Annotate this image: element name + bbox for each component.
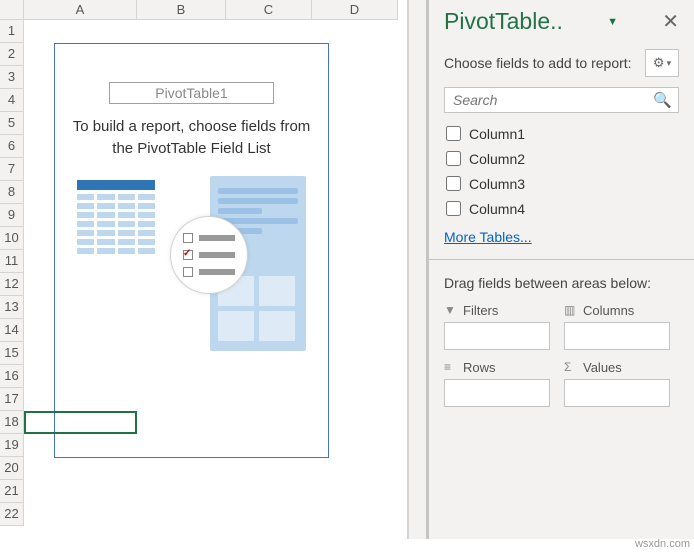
- row-header[interactable]: 10: [0, 227, 24, 250]
- row-header[interactable]: 13: [0, 296, 24, 319]
- row-header[interactable]: 8: [0, 181, 24, 204]
- col-header-d[interactable]: D: [312, 0, 398, 20]
- values-icon: Σ: [564, 360, 578, 374]
- field-item[interactable]: Column2: [444, 146, 679, 171]
- separator: [429, 259, 694, 260]
- row-header[interactable]: 6: [0, 135, 24, 158]
- columns-dropzone[interactable]: [564, 322, 670, 350]
- pivottable-name: PivotTable1: [109, 82, 274, 104]
- row-header[interactable]: 20: [0, 457, 24, 480]
- row-header[interactable]: 9: [0, 204, 24, 227]
- tools-button[interactable]: ⚙▾: [645, 49, 679, 77]
- field-item[interactable]: Column1: [444, 121, 679, 146]
- values-dropzone[interactable]: [564, 379, 670, 407]
- row-header[interactable]: 4: [0, 89, 24, 112]
- col-header-a[interactable]: A: [24, 0, 137, 20]
- row-header[interactable]: 1: [0, 20, 24, 43]
- search-input[interactable]: 🔍: [444, 87, 679, 113]
- row-header[interactable]: 16: [0, 365, 24, 388]
- column-headers[interactable]: A B C D: [24, 0, 407, 20]
- field-checkbox[interactable]: [446, 151, 461, 166]
- drop-areas: ▼Filters ▥Columns ≡Rows ΣValues: [444, 303, 679, 407]
- pivottable-help-text: To build a report, choose fields from th…: [61, 116, 322, 160]
- gear-icon: ⚙: [653, 55, 665, 71]
- select-all-corner[interactable]: [0, 0, 24, 20]
- row-header[interactable]: 15: [0, 342, 24, 365]
- values-area[interactable]: ΣValues: [564, 360, 670, 407]
- row-header[interactable]: 18: [0, 411, 24, 434]
- columns-icon: ▥: [564, 303, 578, 317]
- row-header[interactable]: 21: [0, 480, 24, 503]
- search-icon[interactable]: 🔍: [653, 91, 672, 109]
- field-checkbox[interactable]: [446, 176, 461, 191]
- row-header[interactable]: 14: [0, 319, 24, 342]
- row-header[interactable]: 7: [0, 158, 24, 181]
- row-header[interactable]: 17: [0, 388, 24, 411]
- field-item[interactable]: Column3: [444, 171, 679, 196]
- columns-area[interactable]: ▥Columns: [564, 303, 670, 350]
- filters-dropzone[interactable]: [444, 322, 550, 350]
- search-field[interactable]: [451, 91, 653, 109]
- cell-grid[interactable]: PivotTable1 To build a report, choose fi…: [24, 20, 407, 526]
- rows-area[interactable]: ≡Rows: [444, 360, 550, 407]
- field-list: Column1 Column2 Column3 Column4: [444, 121, 679, 221]
- drag-fields-label: Drag fields between areas below:: [444, 274, 679, 293]
- field-item[interactable]: Column4: [444, 196, 679, 221]
- rows-dropzone[interactable]: [444, 379, 550, 407]
- col-header-b[interactable]: B: [137, 0, 226, 20]
- pivottable-placeholder[interactable]: PivotTable1 To build a report, choose fi…: [54, 43, 329, 458]
- pane-title: PivotTable..: [444, 8, 563, 35]
- row-header[interactable]: 2: [0, 43, 24, 66]
- filters-area[interactable]: ▼Filters: [444, 303, 550, 350]
- field-checkbox[interactable]: [446, 201, 461, 216]
- vertical-scrollbar[interactable]: [408, 0, 426, 539]
- pane-dropdown-icon[interactable]: ▼: [607, 16, 618, 28]
- pivottable-fields-pane: PivotTable.. ▼ ✕ Choose fields to add to…: [426, 0, 694, 539]
- more-tables-link[interactable]: More Tables...: [444, 229, 679, 245]
- row-header[interactable]: 19: [0, 434, 24, 457]
- col-header-c[interactable]: C: [226, 0, 312, 20]
- chevron-down-icon: ▾: [667, 58, 672, 69]
- close-icon[interactable]: ✕: [662, 12, 679, 32]
- row-header[interactable]: 11: [0, 250, 24, 273]
- worksheet[interactable]: A B C D 1 2 3 4 5 6 7 8 9 10 11 12 13 14…: [0, 0, 408, 539]
- row-headers[interactable]: 1 2 3 4 5 6 7 8 9 10 11 12 13 14 15 16 1…: [0, 20, 24, 526]
- row-header[interactable]: 12: [0, 273, 24, 296]
- row-header[interactable]: 22: [0, 503, 24, 526]
- filter-icon: ▼: [444, 303, 458, 317]
- pivottable-illustration: [55, 176, 328, 371]
- rows-icon: ≡: [444, 360, 458, 374]
- field-checkbox[interactable]: [446, 126, 461, 141]
- row-header[interactable]: 3: [0, 66, 24, 89]
- choose-fields-label: Choose fields to add to report:: [444, 54, 632, 73]
- watermark: wsxdn.com: [635, 538, 690, 550]
- row-header[interactable]: 5: [0, 112, 24, 135]
